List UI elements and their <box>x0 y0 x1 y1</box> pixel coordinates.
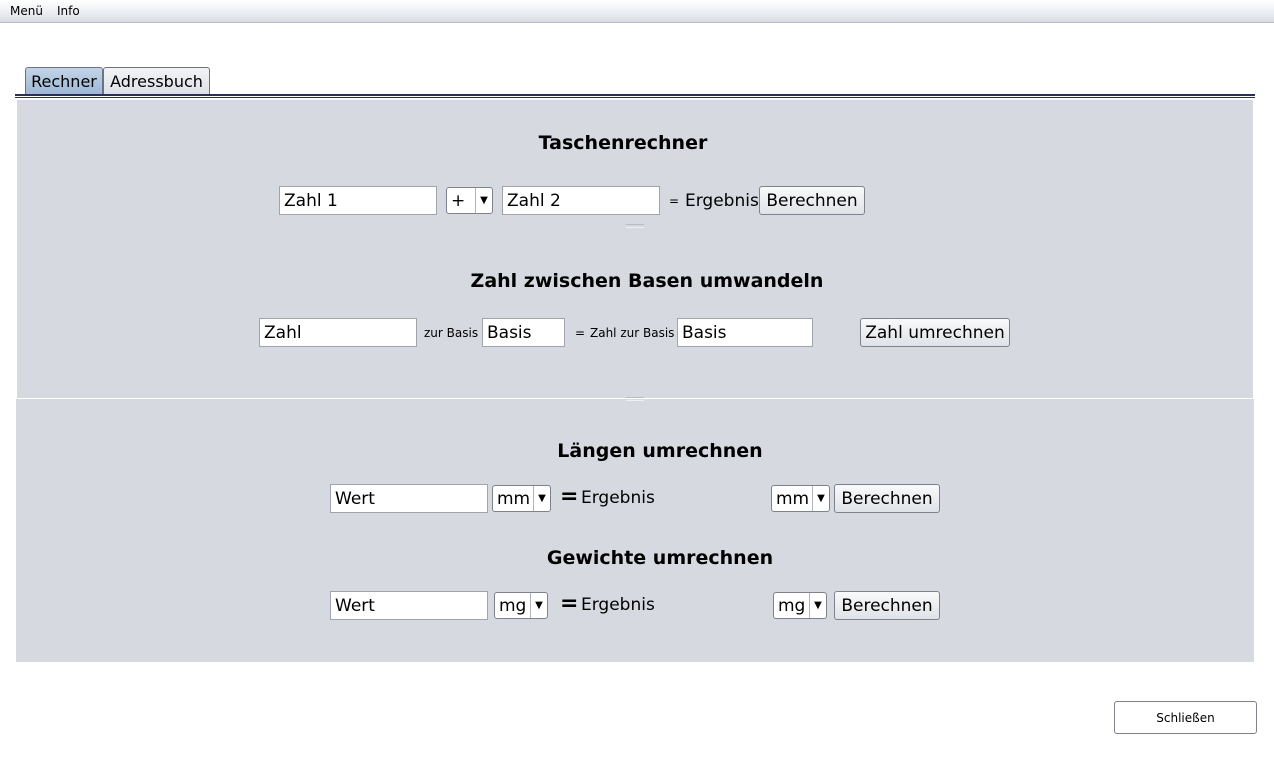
equals-sign: = <box>560 484 579 509</box>
tab-adressbuch-label: Adressbuch <box>110 71 203 91</box>
weight-calculate-button[interactable]: Berechnen <box>834 591 940 620</box>
number2-input[interactable]: Zahl 2 <box>502 186 660 215</box>
weight-unit-to-value: mg <box>778 595 806 616</box>
to-base-label: zur Basis <box>424 326 479 340</box>
menu-item-info[interactable]: Info <box>57 4 80 18</box>
length-calculate-button[interactable]: Berechnen <box>834 484 940 513</box>
length-result: Ergebnis <box>581 488 655 508</box>
length-unit-to-value: mm <box>776 488 810 509</box>
weight-unit-from-select[interactable]: mg ▼ <box>494 592 548 619</box>
tab-adressbuch[interactable]: Adressbuch <box>103 67 210 94</box>
tab-divider-secondary <box>15 97 1255 98</box>
number-to-base-label: Zahl zur Basis <box>590 326 675 340</box>
menu-item-menu[interactable]: Menü <box>10 4 43 18</box>
chevron-down-icon: ▼ <box>533 486 550 511</box>
calculator-result: Ergebnis <box>685 191 759 211</box>
length-converter-title: Längen umrechnen <box>557 440 763 462</box>
calculate-button[interactable]: Berechnen <box>759 186 865 215</box>
chevron-down-icon: ▼ <box>475 188 492 213</box>
chevron-down-icon: ▼ <box>530 593 547 618</box>
equals-sign: = <box>575 326 586 340</box>
base-from-input[interactable]: Basis <box>482 318 565 347</box>
weight-value-input[interactable]: Wert <box>330 591 488 620</box>
equals-sign: = <box>560 591 579 616</box>
base-to-input[interactable]: Basis <box>677 318 813 347</box>
chevron-down-icon: ▼ <box>809 593 826 618</box>
convert-number-button[interactable]: Zahl umrechnen <box>860 318 1010 347</box>
split-pane-divider[interactable] <box>626 397 644 401</box>
tab-rechner[interactable]: Rechner <box>25 67 103 94</box>
weight-converter-title: Gewichte umrechnen <box>546 547 774 569</box>
length-unit-to-select[interactable]: mm ▼ <box>771 485 830 512</box>
base-converter-title: Zahl zwischen Basen umwandeln <box>470 270 824 292</box>
tab-divider <box>15 94 1255 96</box>
number1-input[interactable]: Zahl 1 <box>279 186 437 215</box>
weight-result: Ergebnis <box>581 595 655 615</box>
number-input[interactable]: Zahl <box>259 318 417 347</box>
split-pane-grip-upper[interactable] <box>626 224 644 228</box>
length-value-input[interactable]: Wert <box>330 484 488 513</box>
operator-select[interactable]: + ▼ <box>446 187 493 214</box>
calculator-title: Taschenrechner <box>538 132 708 154</box>
equals-sign: = <box>669 194 680 208</box>
tab-rechner-label: Rechner <box>31 71 97 91</box>
weight-unit-to-select[interactable]: mg ▼ <box>773 592 827 619</box>
length-unit-from-value: mm <box>497 488 531 509</box>
menubar: Menü Info <box>0 0 1274 23</box>
operator-value: + <box>451 190 466 211</box>
lower-panel <box>16 399 1254 662</box>
close-button[interactable]: Schließen <box>1114 701 1257 734</box>
weight-unit-from-value: mg <box>499 595 527 616</box>
length-unit-from-select[interactable]: mm ▼ <box>492 485 551 512</box>
chevron-down-icon: ▼ <box>812 486 829 511</box>
